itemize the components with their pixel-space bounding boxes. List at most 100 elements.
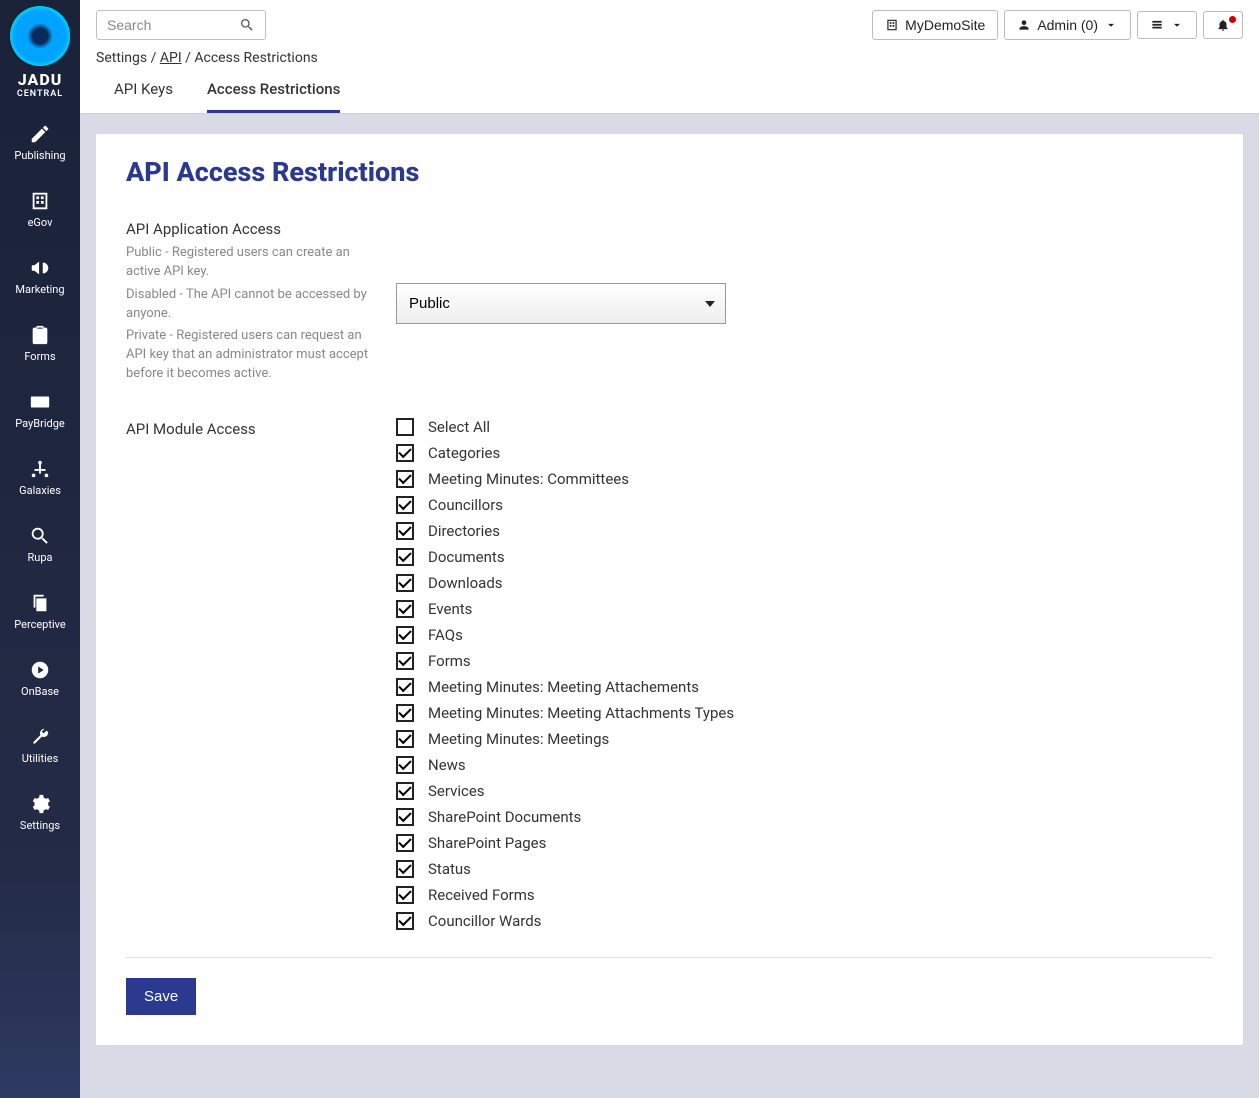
module-checkbox[interactable]	[396, 704, 414, 722]
module-row: Meeting Minutes: Meeting Attachements	[396, 676, 734, 699]
module-row: Select All	[396, 416, 734, 439]
nav-item-rupa[interactable]: Rupa	[0, 511, 80, 578]
tab-access-restrictions[interactable]: Access Restrictions	[207, 80, 340, 113]
nav-item-settings[interactable]: Settings	[0, 779, 80, 846]
tab-api-keys[interactable]: API Keys	[114, 80, 173, 113]
module-checkbox[interactable]	[396, 912, 414, 930]
module-row: Downloads	[396, 572, 734, 595]
module-checkbox[interactable]	[396, 782, 414, 800]
module-row: Forms	[396, 650, 734, 673]
content-menu-button[interactable]	[1137, 11, 1197, 39]
save-button[interactable]: Save	[126, 978, 196, 1015]
nav-label: Galaxies	[19, 484, 61, 497]
admin-label: Admin (0)	[1037, 17, 1098, 33]
nav-label: Forms	[24, 350, 55, 363]
module-checkbox[interactable]	[396, 886, 414, 904]
building-icon	[885, 18, 899, 32]
module-row: News	[396, 754, 734, 777]
nav-label: eGov	[28, 216, 53, 229]
module-label: Documents	[428, 548, 505, 566]
search-icon	[29, 525, 51, 547]
module-checkbox[interactable]	[396, 574, 414, 592]
nav-item-perceptive[interactable]: Perceptive	[0, 578, 80, 645]
module-label: Received Forms	[428, 886, 535, 904]
module-checkbox[interactable]	[396, 548, 414, 566]
nav-label: Publishing	[14, 149, 65, 162]
nav-item-marketing[interactable]: Marketing	[0, 243, 80, 310]
module-checkbox[interactable]	[396, 444, 414, 462]
module-row: Categories	[396, 442, 734, 465]
module-checkbox[interactable]	[396, 860, 414, 878]
nav-label: Utilities	[22, 752, 59, 765]
module-checkbox[interactable]	[396, 470, 414, 488]
module-checkbox[interactable]	[396, 626, 414, 644]
module-label: Categories	[428, 444, 500, 462]
search-icon	[239, 17, 255, 33]
app-access-select[interactable]: Public	[397, 284, 725, 323]
sidebar: JADU CENTRAL Publishing eGov Marketing Form…	[0, 0, 80, 1098]
module-row: Councillor Wards	[396, 910, 734, 933]
site-label: MyDemoSite	[905, 17, 985, 33]
notification-dot	[1229, 16, 1236, 23]
module-label: Select All	[428, 418, 490, 436]
module-row: Directories	[396, 520, 734, 543]
module-label: Councillor Wards	[428, 912, 541, 930]
nav-label: PayBridge	[15, 417, 64, 430]
network-icon	[29, 458, 51, 480]
divider	[126, 957, 1213, 958]
module-checkbox[interactable]	[396, 834, 414, 852]
app-access-select-wrap[interactable]: Public	[396, 283, 726, 324]
module-checkbox[interactable]	[396, 652, 414, 670]
gear-icon	[29, 793, 51, 815]
breadcrumb-a[interactable]: Settings	[96, 50, 147, 66]
topbar: Settings / API / Access Restrictions MyD…	[80, 0, 1259, 66]
nav-item-onbase[interactable]: OnBase	[0, 645, 80, 712]
breadcrumb-b[interactable]: API	[160, 50, 182, 66]
module-row: Received Forms	[396, 884, 734, 907]
help-public: Public - Registered users can create an …	[126, 244, 376, 282]
module-label: News	[428, 756, 466, 774]
nav-item-egov[interactable]: eGov	[0, 176, 80, 243]
admin-button[interactable]: Admin (0)	[1004, 10, 1131, 40]
brand-name: JADU	[10, 70, 70, 89]
module-label: Status	[428, 860, 471, 878]
module-row: Services	[396, 780, 734, 803]
caret-down-icon	[1104, 18, 1118, 32]
module-label: Meeting Minutes: Meeting Attachements	[428, 678, 699, 696]
brand-sub: CENTRAL	[10, 89, 70, 99]
nav-item-utilities[interactable]: Utilities	[0, 712, 80, 779]
module-row: Meeting Minutes: Meeting Attachments Typ…	[396, 702, 734, 725]
site-button[interactable]: MyDemoSite	[872, 10, 998, 40]
notifications-button[interactable]	[1203, 11, 1243, 39]
bell-icon	[1216, 18, 1230, 32]
module-row: Meeting Minutes: Meetings	[396, 728, 734, 751]
module-row: Documents	[396, 546, 734, 569]
building-icon	[29, 190, 51, 212]
module-checkbox[interactable]	[396, 522, 414, 540]
module-row: SharePoint Documents	[396, 806, 734, 829]
wrench-icon	[29, 726, 51, 748]
module-checkbox[interactable]	[396, 756, 414, 774]
module-checkbox[interactable]	[396, 600, 414, 618]
module-checkbox[interactable]	[396, 496, 414, 514]
module-row: Meeting Minutes: Committees	[396, 468, 734, 491]
user-icon	[1017, 18, 1031, 32]
help-disabled: Disabled - The API cannot be accessed by…	[126, 286, 376, 324]
nav-item-forms[interactable]: Forms	[0, 310, 80, 377]
nav-item-publishing[interactable]: Publishing	[0, 109, 80, 176]
nav-item-paybridge[interactable]: PayBridge	[0, 377, 80, 444]
search-box[interactable]	[96, 10, 266, 40]
module-label: Services	[428, 782, 485, 800]
tabs: API Keys Access Restrictions	[80, 66, 1259, 114]
nav-label: OnBase	[21, 685, 59, 698]
module-checkbox[interactable]	[396, 808, 414, 826]
breadcrumb-c: Access Restrictions	[194, 50, 317, 66]
brand-logo[interactable]: JADU CENTRAL	[10, 6, 70, 99]
module-checkbox[interactable]	[396, 678, 414, 696]
module-checkbox[interactable]	[396, 418, 414, 436]
module-checkbox[interactable]	[396, 730, 414, 748]
nav-label: Perceptive	[14, 618, 65, 631]
clipboard-icon	[29, 324, 51, 346]
nav-item-galaxies[interactable]: Galaxies	[0, 444, 80, 511]
search-input[interactable]	[107, 17, 227, 33]
